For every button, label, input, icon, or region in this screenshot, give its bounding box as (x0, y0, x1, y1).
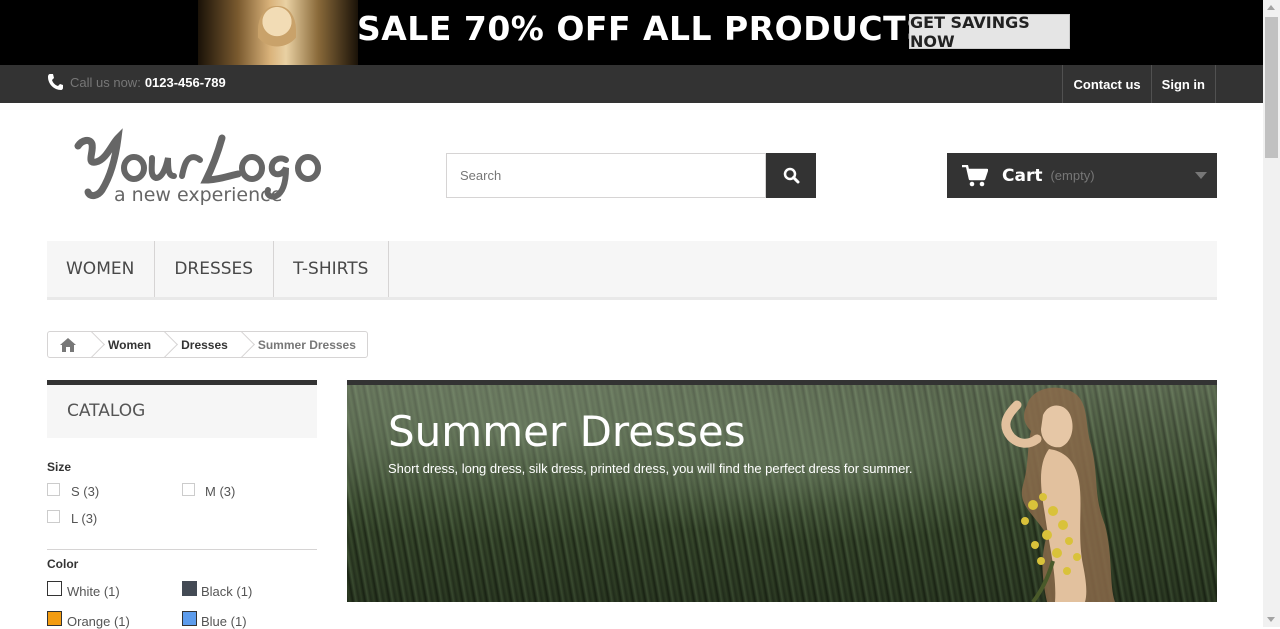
scroll-down-arrow-icon[interactable] (1267, 617, 1275, 622)
get-savings-button[interactable]: GET SAVINGS NOW (909, 13, 1070, 51)
breadcrumb-separator (161, 332, 173, 357)
svg-text:a new experience: a new experience (114, 184, 282, 206)
color-swatch-blue[interactable] (182, 611, 197, 626)
category-model-image (1001, 387, 1115, 602)
promo-model-image (198, 0, 358, 65)
size-m-checkbox[interactable] (182, 483, 195, 496)
size-s-label[interactable]: S (3) (71, 484, 99, 499)
store-logo[interactable]: a new experience (72, 124, 357, 212)
scroll-thumb[interactable] (1265, 17, 1278, 158)
cart-button[interactable]: Cart (empty) (947, 153, 1217, 198)
breadcrumb-separator (238, 332, 250, 357)
size-filter-title: Size (47, 460, 72, 474)
cart-icon (962, 164, 988, 186)
catalog-title: CATALOG (67, 401, 146, 421)
color-swatch-black[interactable] (182, 581, 197, 596)
scroll-up-arrow-icon[interactable] (1267, 5, 1275, 10)
breadcrumb-current: Summer Dresses (257, 337, 356, 352)
cart-label: Cart (1002, 165, 1043, 186)
phone-number: 0123-456-789 (144, 74, 226, 90)
menu-item-tshirts[interactable]: T-SHIRTS (274, 241, 390, 297)
contact-us-link[interactable]: Contact us (1062, 65, 1150, 103)
filter-divider (47, 549, 317, 550)
size-l-label[interactable]: L (3) (71, 511, 97, 526)
top-nav-bar: Call us now: 0123-456-789 Contact us Sig… (0, 65, 1263, 103)
breadcrumb: Women Dresses Summer Dresses (47, 331, 368, 358)
size-m-label[interactable]: M (3) (205, 484, 235, 499)
category-banner: Summer Dresses Short dress, long dress, … (347, 380, 1217, 602)
account-links: Contact us Sign in (1062, 65, 1216, 103)
menu-item-dresses[interactable]: DRESSES (155, 241, 275, 297)
search-icon (783, 167, 799, 184)
color-swatch-white[interactable] (47, 581, 62, 596)
breadcrumb-separator (88, 332, 100, 357)
menu-item-women[interactable]: WOMEN (47, 241, 156, 297)
promo-headline: SALE 70% OFF ALL PRODUCTS (357, 9, 931, 48)
color-white-label[interactable]: White (1) (67, 584, 120, 599)
category-description: Short dress, long dress, silk dress, pri… (388, 461, 913, 476)
size-l-checkbox[interactable] (47, 510, 60, 523)
sign-in-link[interactable]: Sign in (1150, 65, 1216, 103)
cart-status: (empty) (1050, 168, 1095, 183)
search-form (446, 153, 816, 198)
phone-label: Call us now: (70, 74, 141, 90)
category-title: Summer Dresses (388, 407, 746, 456)
size-s-checkbox[interactable] (47, 483, 60, 496)
promo-banner[interactable]: SALE 70% OFF ALL PRODUCTS GET SAVINGS NO… (0, 0, 1263, 65)
phone-contact: Call us now: 0123-456-789 (47, 73, 226, 91)
home-icon (60, 337, 76, 352)
main-menu: WOMEN DRESSES T-SHIRTS (47, 241, 1217, 300)
catalog-block: CATALOG (47, 380, 317, 438)
chevron-down-icon (1195, 172, 1207, 179)
color-swatch-orange[interactable] (47, 611, 62, 626)
search-input[interactable] (446, 153, 766, 198)
page-scrollbar[interactable] (1263, 0, 1280, 627)
color-black-label[interactable]: Black (1) (201, 584, 252, 599)
search-button[interactable] (766, 153, 816, 198)
phone-icon (48, 74, 63, 90)
color-filter-title: Color (47, 557, 79, 571)
